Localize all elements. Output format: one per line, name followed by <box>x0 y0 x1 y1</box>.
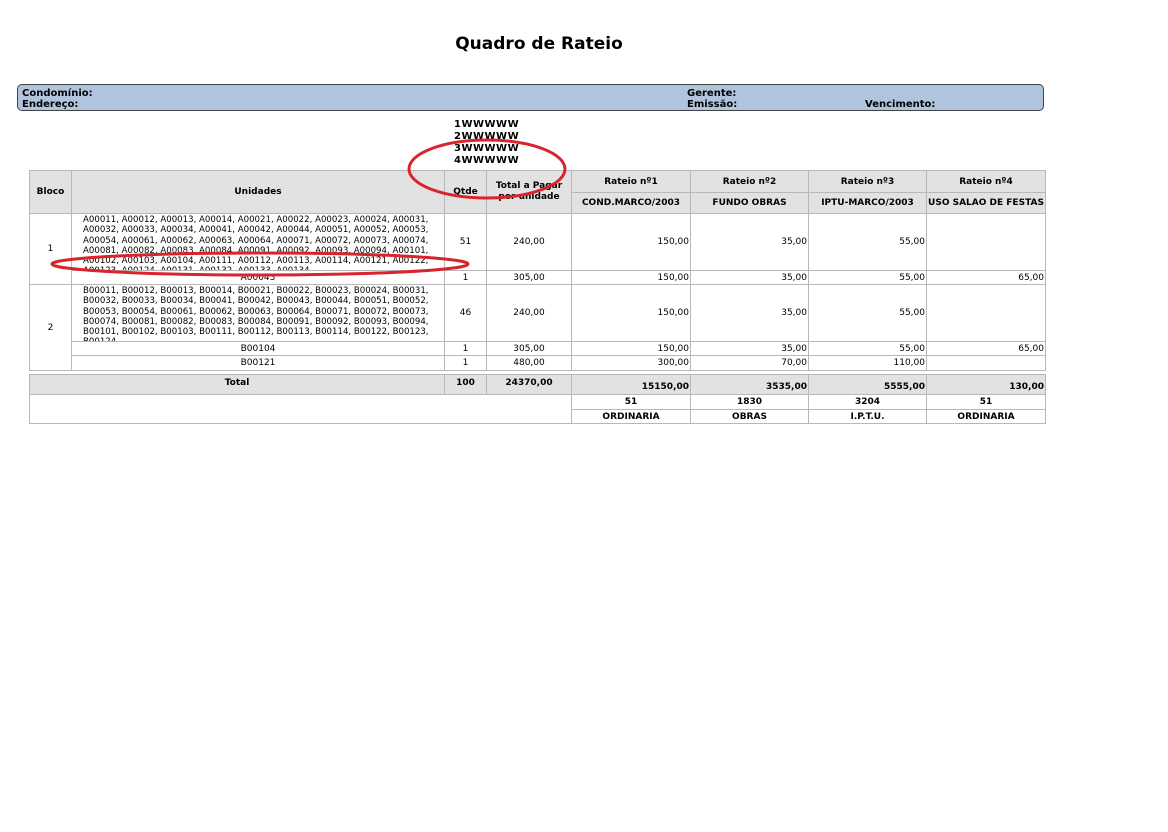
rateio-1-value: 150,00 <box>571 213 691 271</box>
unidades-cell: A00011, A00012, A00013, A00014, A00021, … <box>71 213 445 271</box>
rateio-2-value: 35,00 <box>690 341 809 356</box>
col-header-qtde: Qtde <box>444 170 487 214</box>
rateio-4-value: 65,00 <box>926 341 1046 356</box>
rateio-2-desc: FUNDO OBRAS <box>690 192 809 214</box>
bloco-cell: 1 <box>29 213 72 285</box>
total-rateio-1: 15150,00 <box>571 374 691 395</box>
note-line: 3WWWWW <box>454 143 520 154</box>
rateio-2-header: Rateio nº2 <box>690 170 809 193</box>
rateio-2-value: 35,00 <box>690 213 809 271</box>
rateio-3-value: 55,00 <box>808 270 927 285</box>
rateio-4-value: 65,00 <box>926 270 1046 285</box>
emissao-label: Emissão: <box>687 99 738 110</box>
unidades-cell: A00043 <box>71 270 445 285</box>
rateio-2-value: 35,00 <box>690 284 809 342</box>
condominio-label: Condomínio: <box>22 88 93 99</box>
rateio-4-value <box>926 284 1046 342</box>
note-line: 1WWWWW <box>454 119 520 130</box>
qtde-cell: 1 <box>444 341 487 356</box>
total-cell: 480,00 <box>486 355 572 371</box>
unidades-cell: B00121 <box>71 355 445 371</box>
rateio-1-value: 300,00 <box>571 355 691 371</box>
rateio-3-value: 55,00 <box>808 341 927 356</box>
qtde-cell: 46 <box>444 284 487 342</box>
rateio-3-code: 3204 <box>808 394 927 410</box>
rateio-1-type: ORDINARIA <box>571 409 691 424</box>
note-line: 4WWWWW <box>454 155 520 166</box>
rateio-4-type: ORDINARIA <box>926 409 1046 424</box>
bloco-cell: 2 <box>29 284 72 371</box>
rateio-2-value: 70,00 <box>690 355 809 371</box>
rateio-1-value: 150,00 <box>571 284 691 342</box>
rateio-1-header: Rateio nº1 <box>571 170 691 193</box>
footer-blank <box>29 394 572 424</box>
rateio-1-value: 150,00 <box>571 341 691 356</box>
vencimento-label: Vencimento: <box>865 99 936 110</box>
rateio-1-code: 51 <box>571 394 691 410</box>
note-line: 2WWWWW <box>454 131 520 142</box>
total-rateio-2: 3535,00 <box>690 374 809 395</box>
rateio-notes: 1WWWWW 2WWWWW 3WWWWW 4WWWWW <box>454 119 519 167</box>
rateio-3-header: Rateio nº3 <box>808 170 927 193</box>
unidades-cell: B00011, B00012, B00013, B00014, B00021, … <box>71 284 445 342</box>
rateio-3-value: 55,00 <box>808 213 927 271</box>
rateio-4-value <box>926 213 1046 271</box>
gerente-label: Gerente: <box>687 88 737 99</box>
col-header-unidades: Unidades <box>71 170 445 214</box>
total-total: 24370,00 <box>486 374 572 395</box>
unidades-cell: B00104 <box>71 341 445 356</box>
page-title: Quadro de Rateio <box>455 34 623 54</box>
rateio-4-desc: USO SALAO DE FESTAS <box>926 192 1046 214</box>
rateio-3-value: 55,00 <box>808 284 927 342</box>
rateio-3-desc: IPTU-MARCO/2003 <box>808 192 927 214</box>
qtde-cell: 51 <box>444 213 487 271</box>
rateio-4-value <box>926 355 1046 371</box>
rateio-2-type: OBRAS <box>690 409 809 424</box>
total-cell: 240,00 <box>486 284 572 342</box>
rateio-3-value: 110,00 <box>808 355 927 371</box>
qtde-cell: 1 <box>444 270 487 285</box>
col-header-total: Total a Pagar por unidade <box>486 170 572 214</box>
total-cell: 305,00 <box>486 341 572 356</box>
total-qtde: 100 <box>444 374 487 395</box>
total-rateio-3: 5555,00 <box>808 374 927 395</box>
rateio-4-code: 51 <box>926 394 1046 410</box>
rateio-2-code: 1830 <box>690 394 809 410</box>
rateio-2-value: 35,00 <box>690 270 809 285</box>
endereco-label: Endereço: <box>22 99 79 110</box>
total-cell: 305,00 <box>486 270 572 285</box>
rateio-3-type: I.P.T.U. <box>808 409 927 424</box>
col-header-bloco: Bloco <box>29 170 72 214</box>
total-label: Total <box>29 374 445 395</box>
rateio-4-header: Rateio nº4 <box>926 170 1046 193</box>
rateio-1-value: 150,00 <box>571 270 691 285</box>
total-cell: 240,00 <box>486 213 572 271</box>
qtde-cell: 1 <box>444 355 487 371</box>
rateio-1-desc: COND.MARCO/2003 <box>571 192 691 214</box>
total-rateio-4: 130,00 <box>926 374 1046 395</box>
